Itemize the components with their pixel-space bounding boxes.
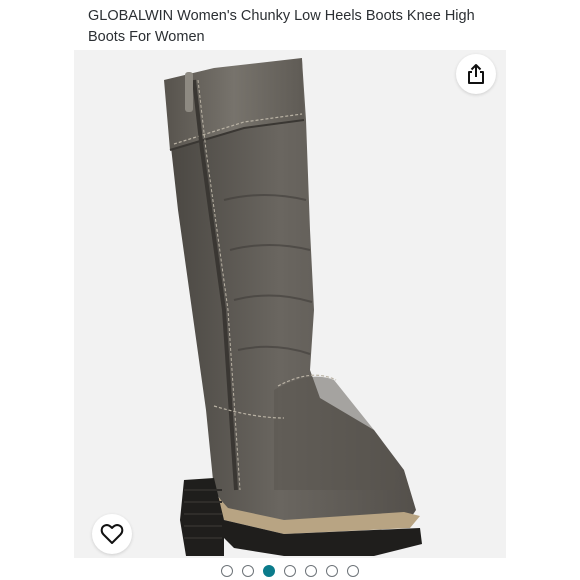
product-title: GLOBALWIN Women's Chunky Low Heels Boots… — [88, 8, 475, 45]
carousel-indicator — [0, 563, 580, 579]
carousel-dot[interactable] — [242, 565, 254, 577]
carousel-dot[interactable] — [284, 565, 296, 577]
product-image[interactable] — [74, 50, 506, 558]
share-icon — [468, 64, 484, 84]
carousel-dot[interactable] — [326, 565, 338, 577]
carousel-dot-active[interactable] — [263, 565, 275, 577]
share-button[interactable] — [456, 54, 496, 94]
wishlist-button[interactable] — [92, 514, 132, 554]
heart-icon — [100, 524, 124, 544]
boot-image — [164, 58, 422, 556]
carousel-dot[interactable] — [347, 565, 359, 577]
product-page: GLOBALWIN Women's Chunky Low Heels Boots… — [0, 0, 580, 580]
carousel-dot[interactable] — [305, 565, 317, 577]
carousel-dot[interactable] — [221, 565, 233, 577]
